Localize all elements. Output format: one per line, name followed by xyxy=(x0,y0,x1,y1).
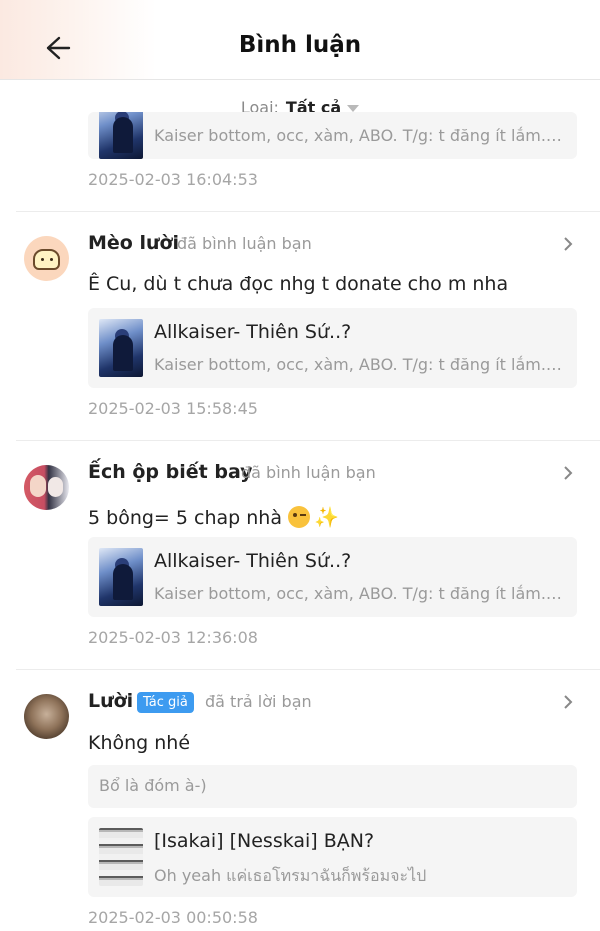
sparkles-emoji-icon: ✨ xyxy=(313,505,339,529)
comment-text: 5 bông= 5 chap nhà ✨ xyxy=(88,505,339,529)
story-card[interactable]: Kaiser bottom, occ, xàm, ABO. T/g: t đăn… xyxy=(88,112,577,159)
story-card[interactable]: Allkaiser- Thiên Sứ..? Kaiser bottom, oc… xyxy=(88,308,577,388)
comment-time: 2025-02-03 00:50:58 xyxy=(88,908,258,927)
story-thumbnail xyxy=(99,112,143,159)
chevron-right-icon[interactable] xyxy=(560,691,576,713)
quoted-comment: Bổ là đóm à-) xyxy=(88,765,577,808)
comment-body: 5 bông= 5 chap nhà xyxy=(88,507,282,529)
quoted-text: Bổ là đóm à-) xyxy=(99,776,207,795)
author-badge: Tác giả xyxy=(137,692,194,713)
divider xyxy=(16,211,600,212)
comment-time: 2025-02-03 16:04:53 xyxy=(88,170,258,189)
header: Bình luận xyxy=(0,0,600,80)
chevron-right-icon[interactable] xyxy=(560,462,576,484)
comment-text: Không nhé xyxy=(88,732,191,754)
comment-text: Ê Cu, dù t chưa đọc nhg t donate cho m n… xyxy=(88,273,509,295)
story-description: Kaiser bottom, occ, xàm, ABO. T/g: t đăn… xyxy=(154,584,564,603)
activity-text: đã trả lời bạn xyxy=(205,692,312,711)
comment-time: 2025-02-03 15:58:45 xyxy=(88,399,258,418)
story-description: Kaiser bottom, occ, xàm, ABO. T/g: t đăn… xyxy=(154,355,564,374)
activity-text: đã bình luận bạn xyxy=(241,463,376,482)
story-thumbnail xyxy=(99,319,143,377)
wink-emoji-icon xyxy=(287,506,310,528)
story-description: Kaiser bottom, occ, xàm, ABO. T/g: t đăn… xyxy=(154,126,564,145)
avatar[interactable] xyxy=(24,694,69,739)
story-card[interactable]: [Isakai] [Nesskai] BẠN? Oh yeah แค่เธอโท… xyxy=(88,817,577,897)
chevron-right-icon[interactable] xyxy=(560,233,576,255)
story-description: Oh yeah แค่เธอโทรมาฉันก็พร้อมจะไป xyxy=(154,866,427,885)
avatar[interactable] xyxy=(24,236,69,281)
username[interactable]: Ếch ộp biết bay xyxy=(88,461,253,483)
comment-time: 2025-02-03 12:36:08 xyxy=(88,628,258,647)
activity-text: đã bình luận bạn xyxy=(177,234,312,253)
divider xyxy=(16,440,600,441)
avatar[interactable] xyxy=(24,465,69,510)
story-title: [Isakai] [Nesskai] BẠN? xyxy=(154,830,375,852)
caret-down-icon xyxy=(347,104,360,112)
story-thumbnail xyxy=(99,548,143,606)
page-title: Bình luận xyxy=(238,32,362,58)
username[interactable]: Lười xyxy=(88,690,133,712)
username[interactable]: Mèo lười xyxy=(88,232,179,254)
story-title: Allkaiser- Thiên Sứ..? xyxy=(154,321,352,343)
story-thumbnail xyxy=(99,828,143,886)
story-title: Allkaiser- Thiên Sứ..? xyxy=(154,550,352,572)
divider xyxy=(16,669,600,670)
story-card[interactable]: Allkaiser- Thiên Sứ..? Kaiser bottom, oc… xyxy=(88,537,577,617)
